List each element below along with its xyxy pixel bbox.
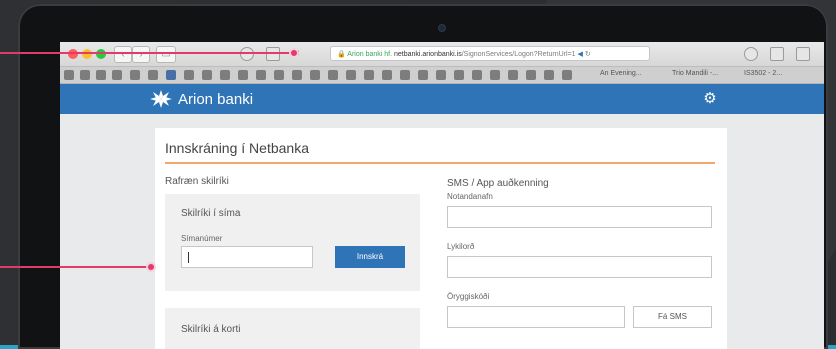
site-logo[interactable]: Arion banki [150,90,253,108]
password-label: Lykilorð [447,242,475,251]
bookmark-icon[interactable] [202,70,212,80]
card-id-title: Skilríki á korti [181,324,241,335]
bookmarks-bar: An Evening... Trio Mandili -... IS3502 -… [60,67,824,84]
text-caret [188,252,189,263]
address-bar[interactable]: 🔒 Arion banki hf. netbanki.arionbanki.is… [330,46,650,61]
back-button[interactable]: ‹ [114,46,132,63]
bookmark-icon[interactable] [130,70,140,80]
mobile-id-panel: Skilríki í síma Símanúmer Innskrá [165,194,420,291]
bookmark-icon[interactable] [238,70,248,80]
security-code-input[interactable] [447,306,625,328]
bookmark-icon[interactable] [562,70,572,80]
bookmark-icon[interactable] [382,70,392,80]
bookmark-icon[interactable] [220,70,230,80]
electronic-id-heading: Rafræn skilríki [165,176,229,187]
tabs-overview-icon[interactable] [796,47,810,61]
brand-name: Arion banki [178,90,254,108]
bookmark-link[interactable]: IS3502 - 2... [744,70,782,77]
login-button[interactable]: Innskrá [335,246,405,268]
bookmark-icon[interactable] [436,70,446,80]
callout-dot-phone [146,262,156,272]
callout-dot-url [289,48,299,58]
bookmark-icon[interactable] [508,70,518,80]
bookmark-icon[interactable] [346,70,356,80]
site-header: Arion banki ⚙ [60,84,824,114]
bookmark-icon[interactable] [472,70,482,80]
web-page: Arion banki ⚙ Innskráning í Netbanka Raf… [60,84,824,349]
sms-app-heading: SMS / App auðkenning [447,178,549,189]
speaker-icon[interactable]: ◀︎ [577,51,582,58]
username-input[interactable] [447,206,712,228]
minimize-window-button[interactable] [82,49,92,59]
url-path: /SignonServices/Logon?ReturnUrl=1 [461,51,576,58]
bookmark-icon[interactable] [400,70,410,80]
reload-icon[interactable]: ↻ [585,51,591,58]
bookmark-icon[interactable] [274,70,284,80]
bookmark-icon[interactable] [112,70,122,80]
bookmark-icon[interactable] [292,70,302,80]
password-input[interactable] [447,256,712,278]
close-window-button[interactable] [68,49,78,59]
arion-logo-icon [150,90,172,108]
login-card: Innskráning í Netbanka Rafræn skilríki S… [155,128,727,349]
reader-icon[interactable] [266,47,280,61]
bookmark-icon[interactable] [490,70,500,80]
url-prefix: Arion banki hf. [347,51,393,58]
bookmark-icon[interactable] [454,70,464,80]
screen: ‹ › ▭ ⇄ 🔒 Arion banki hf. netbanki.arion… [60,42,824,349]
bookmark-icon[interactable] [166,70,176,80]
mobile-id-title: Skilríki í síma [181,208,241,219]
security-code-label: Öryggiskóði [447,292,490,301]
bookmark-icon[interactable] [328,70,338,80]
callout-line-phone [0,266,150,268]
camera-icon [438,24,446,32]
sidebar-toggle-button[interactable]: ▭ [156,46,176,63]
bookmark-icon[interactable] [310,70,320,80]
username-label: Notandanafn [447,192,493,201]
bookmark-icon[interactable] [256,70,266,80]
get-sms-button[interactable]: Fá SMS [633,306,712,328]
page-title: Innskráning í Netbanka [165,140,309,156]
bookmark-icon[interactable] [148,70,158,80]
bookmark-link[interactable]: An Evening... [600,70,642,77]
bookmark-icon[interactable] [64,70,74,80]
bookmark-icon[interactable] [364,70,374,80]
card-id-panel[interactable]: Skilríki á korti [165,308,420,349]
share-icon[interactable] [770,47,784,61]
maximize-window-button[interactable] [96,49,106,59]
bookmark-link[interactable]: Trio Mandili -... [672,70,718,77]
url-domain: netbanki.arionbanki.is [393,51,462,58]
download-icon[interactable] [744,47,758,61]
laptop-frame: ‹ › ▭ ⇄ 🔒 Arion banki hf. netbanki.arion… [18,4,828,349]
lock-icon: 🔒 [337,51,346,58]
bookmark-icon[interactable] [96,70,106,80]
bookmark-icon[interactable] [526,70,536,80]
browser-titlebar: ‹ › ▭ ⇄ 🔒 Arion banki hf. netbanki.arion… [60,42,824,67]
bookmark-icon[interactable] [418,70,428,80]
phone-number-input[interactable] [181,246,313,268]
callout-line-url [0,52,293,54]
bookmark-icon[interactable] [184,70,194,80]
forward-button[interactable]: › [132,46,150,63]
title-divider [165,162,715,164]
extension-icon[interactable] [240,47,254,61]
bookmark-icon[interactable] [80,70,90,80]
phone-label: Símanúmer [181,234,223,243]
bookmark-icon[interactable] [544,70,554,80]
gear-icon[interactable]: ⚙ [700,89,720,109]
